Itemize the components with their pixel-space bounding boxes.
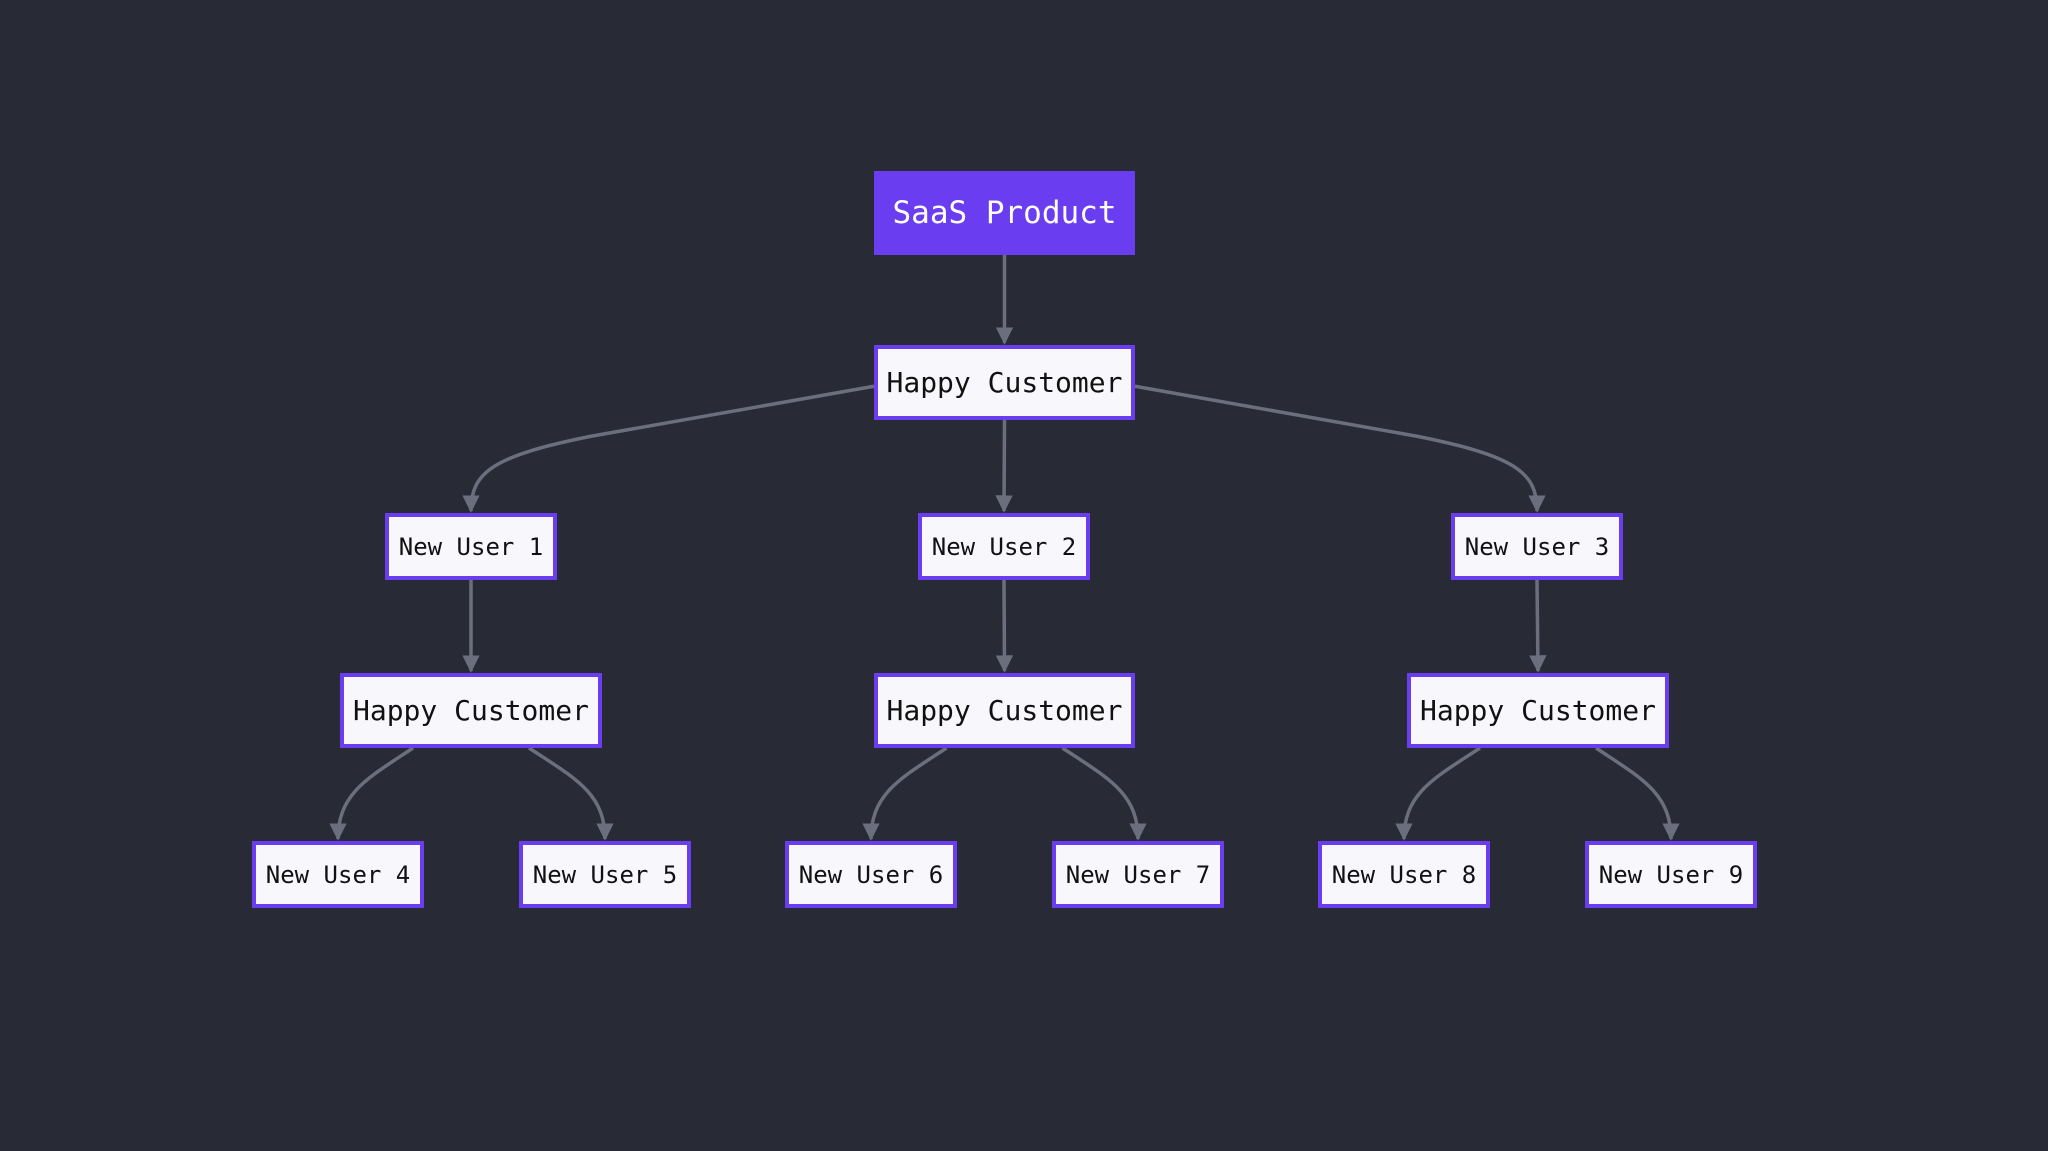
edge-hc2-to-nu6 xyxy=(862,746,948,841)
node-saas-product[interactable]: SaaS Product xyxy=(874,171,1135,255)
node-new-user-9[interactable]: New User 9 xyxy=(1585,841,1757,908)
node-label: Happy Customer xyxy=(1419,694,1656,727)
node-new-user-2[interactable]: New User 2 xyxy=(918,513,1090,580)
node-new-user-6[interactable]: New User 6 xyxy=(785,841,957,908)
edge-hc0-to-nu1 xyxy=(462,384,875,513)
node-happy-customer-root[interactable]: Happy Customer xyxy=(874,345,1135,420)
node-label: New User 1 xyxy=(398,532,544,561)
flowchart-diagram: SaaS Product Happy Customer New User 1 N… xyxy=(0,0,2048,1151)
node-new-user-1[interactable]: New User 1 xyxy=(385,513,557,580)
node-label: New User 7 xyxy=(1065,860,1211,889)
node-happy-customer-3[interactable]: Happy Customer xyxy=(1407,673,1669,748)
node-new-user-5[interactable]: New User 5 xyxy=(519,841,691,908)
edge-hc0-to-nu3 xyxy=(1134,384,1546,513)
node-label: SaaS Product xyxy=(892,195,1117,231)
node-new-user-4[interactable]: New User 4 xyxy=(252,841,424,908)
node-label: New User 9 xyxy=(1598,860,1744,889)
edge-hc3-to-nu8 xyxy=(1395,746,1481,841)
node-new-user-7[interactable]: New User 7 xyxy=(1052,841,1224,908)
edge-hc1-to-nu5 xyxy=(528,746,614,841)
node-label: Happy Customer xyxy=(886,366,1123,399)
node-label: New User 6 xyxy=(798,860,944,889)
edge-hc2-to-nu7 xyxy=(1061,746,1147,841)
node-label: Happy Customer xyxy=(886,694,1123,727)
node-label: New User 8 xyxy=(1331,860,1477,889)
node-label: New User 3 xyxy=(1464,532,1610,561)
node-label: New User 5 xyxy=(532,860,678,889)
node-happy-customer-1[interactable]: Happy Customer xyxy=(340,673,602,748)
edge-hc0-to-nu2 xyxy=(995,419,1013,513)
node-label: Happy Customer xyxy=(352,694,589,727)
node-new-user-8[interactable]: New User 8 xyxy=(1318,841,1490,908)
edge-nu3-to-hc3 xyxy=(1529,579,1547,673)
node-new-user-3[interactable]: New User 3 xyxy=(1451,513,1623,580)
node-label: New User 4 xyxy=(265,860,411,889)
edge-hc3-to-nu9 xyxy=(1595,746,1680,841)
edge-nu2-to-hc2 xyxy=(995,579,1014,673)
edge-hc1-to-nu4 xyxy=(329,746,414,841)
node-label: New User 2 xyxy=(931,532,1077,561)
node-happy-customer-2[interactable]: Happy Customer xyxy=(874,673,1135,748)
